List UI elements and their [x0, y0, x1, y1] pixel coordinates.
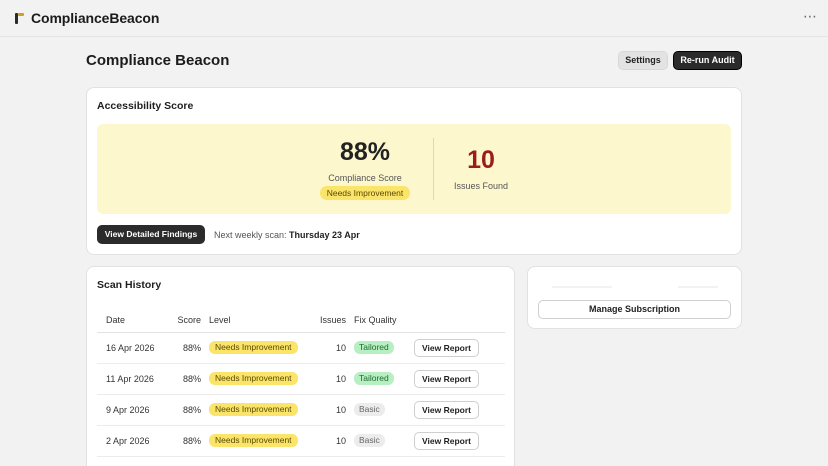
- faded-text-line: [678, 286, 718, 288]
- table-header-row: Date Score Level Issues Fix Quality: [97, 308, 505, 333]
- view-report-button[interactable]: View Report: [414, 338, 479, 357]
- scan-history-card: Scan History Date Score Level Issues Fix…: [86, 266, 515, 466]
- score-divider: [433, 138, 434, 200]
- cell-issues: 10: [318, 425, 354, 457]
- issues-count: 10: [467, 146, 495, 174]
- cell-score: 88%: [170, 394, 209, 426]
- level-pill: Needs Improvement: [209, 434, 298, 447]
- compliance-score-label: Compliance Score: [328, 173, 402, 183]
- score-panel: 88% Compliance Score Needs Improvement 1…: [97, 124, 731, 214]
- cell-date: 9 Apr 2026: [97, 394, 170, 426]
- faded-text-line: [552, 286, 612, 288]
- cell-date: 2 Apr 2026: [97, 425, 170, 457]
- manage-subscription-button[interactable]: Manage Subscription: [538, 300, 731, 319]
- cell-issues: 10: [318, 332, 354, 364]
- cell-score: 88%: [170, 332, 209, 364]
- cell-issues: 10: [318, 363, 354, 395]
- view-findings-button[interactable]: View Detailed Findings: [97, 225, 205, 244]
- column-header-level: Level: [209, 308, 318, 333]
- cell-date: 16 Apr 2026: [97, 332, 170, 364]
- app-title: ComplianceBeacon: [31, 10, 160, 26]
- table-row: 2 Apr 2026 88% Needs Improvement 10 Basi…: [97, 425, 505, 457]
- more-dots-icon[interactable]: ⋯: [803, 9, 818, 23]
- column-header-issues: Issues: [318, 308, 354, 333]
- card-title: Scan History: [97, 279, 162, 291]
- cell-date: 11 Apr 2026: [97, 363, 170, 395]
- level-pill: Needs Improvement: [209, 341, 298, 354]
- issues-label: Issues Found: [453, 181, 509, 191]
- level-pill: Needs Improvement: [209, 403, 298, 416]
- next-scan-prefix: Next weekly scan:: [214, 230, 287, 240]
- quality-pill: Basic: [354, 434, 385, 447]
- column-header-action: [414, 308, 505, 333]
- table-row: 11 Apr 2026 88% Needs Improvement 10 Tai…: [97, 363, 505, 395]
- column-header-score: Score: [170, 308, 209, 333]
- beacon-logo-icon: [14, 11, 26, 25]
- level-badge: Needs Improvement: [320, 186, 410, 200]
- subscription-card: Manage Subscription: [527, 266, 742, 329]
- view-report-button[interactable]: View Report: [414, 431, 479, 450]
- scan-history-table: Date Score Level Issues Fix Quality 16 A…: [97, 308, 505, 457]
- next-scan-date: Thursday 23 Apr: [289, 230, 360, 240]
- top-bar: ComplianceBeacon ⋯: [0, 0, 828, 36]
- view-report-button[interactable]: View Report: [414, 369, 479, 388]
- cell-score: 88%: [170, 425, 209, 457]
- column-header-fix-quality: Fix Quality: [354, 308, 414, 333]
- quality-pill: Tailored: [354, 372, 394, 385]
- table-row: 16 Apr 2026 88% Needs Improvement 10 Tai…: [97, 332, 505, 364]
- level-pill: Needs Improvement: [209, 372, 298, 385]
- rerun-audit-button[interactable]: Re-run Audit: [673, 51, 742, 70]
- cell-score: 88%: [170, 363, 209, 395]
- compliance-score-value: 88%: [339, 138, 391, 166]
- table-row: 9 Apr 2026 88% Needs Improvement 10 Basi…: [97, 394, 505, 426]
- quality-pill: Tailored: [354, 341, 394, 354]
- accessibility-score-card: Accessibility Score 88% Compliance Score…: [86, 87, 742, 255]
- cell-issues: 10: [318, 394, 354, 426]
- top-divider: [0, 36, 828, 37]
- page-title: Compliance Beacon: [86, 52, 230, 69]
- quality-pill: Basic: [354, 403, 385, 416]
- settings-button[interactable]: Settings: [618, 51, 668, 70]
- view-report-button[interactable]: View Report: [414, 400, 479, 419]
- card-title: Accessibility Score: [97, 100, 194, 112]
- column-header-date: Date: [97, 308, 170, 333]
- next-scan-text: Next weekly scan: Thursday 23 Apr: [214, 230, 360, 240]
